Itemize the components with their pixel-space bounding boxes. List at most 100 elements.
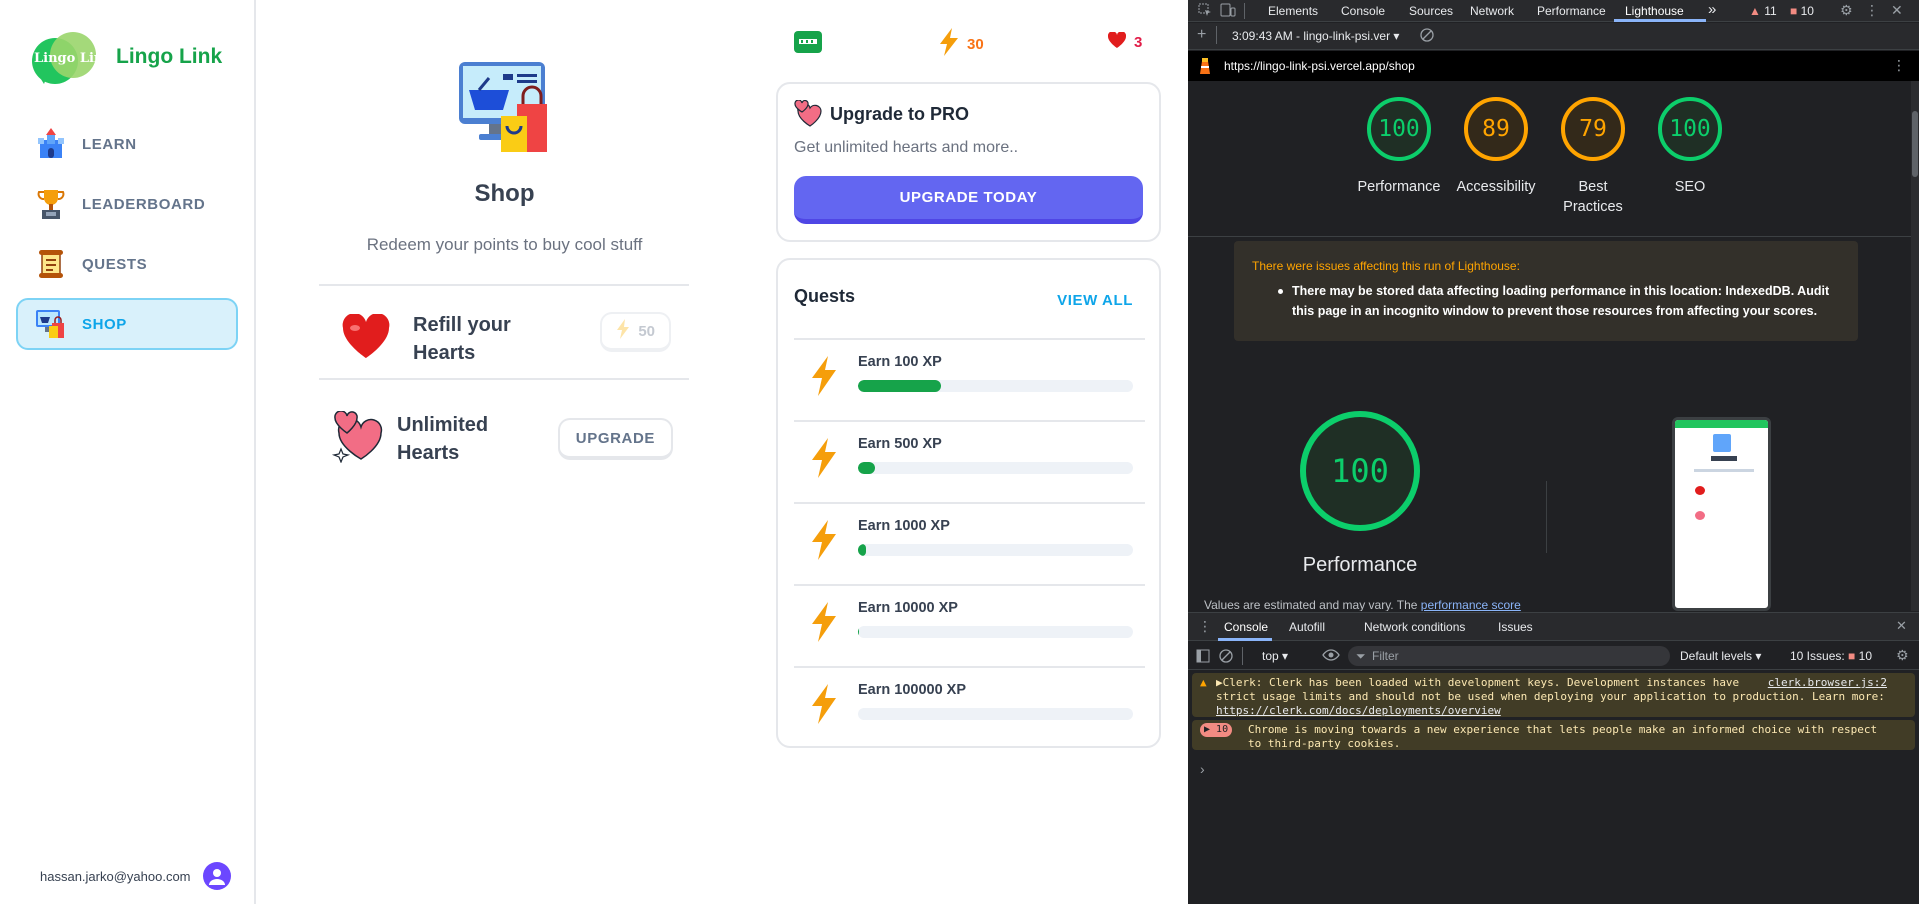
view-all-link[interactable]: VIEW ALL — [1057, 292, 1133, 309]
console-filter-input[interactable]: ⏷ Filter — [1348, 646, 1670, 666]
close-icon[interactable]: ✕ — [1896, 618, 1907, 634]
app-logo[interactable]: Lingo Link Lingo Link — [30, 28, 222, 86]
bolt-icon — [616, 319, 630, 343]
issues-counter[interactable]: 10 Issues: ■ 10 — [1790, 649, 1872, 663]
main-content: Shop Redeem your points to buy cool stuf… — [257, 0, 1187, 904]
kebab-menu-icon[interactable]: ⋮ — [1865, 2, 1879, 19]
scroll-icon — [34, 247, 68, 281]
sidebar-item-shop[interactable]: SHOP — [16, 298, 238, 350]
gear-icon[interactable]: ⚙ — [1896, 647, 1909, 664]
sidebar: Lingo Link Lingo Link LEARN LEADERBOARD — [0, 0, 256, 904]
console-warning-clerk[interactable]: ▲ ▶Clerk: Clerk has been loaded with dev… — [1192, 673, 1915, 717]
clear-console-icon[interactable] — [1219, 649, 1233, 666]
gear-icon[interactable]: ⚙ — [1840, 2, 1853, 19]
devtools-panel: Elements Console Sources Network Perform… — [1188, 0, 1919, 904]
divider — [1244, 3, 1245, 19]
sidebar-item-learn[interactable]: LEARN — [16, 118, 238, 170]
divider — [319, 284, 689, 286]
console-drawer: ⋮ Console Autofill Network conditions Is… — [1188, 612, 1919, 904]
estimate-note: Values are estimated and may vary. The p… — [1204, 598, 1521, 611]
score-seo[interactable]: 100 SEO — [1630, 97, 1750, 197]
audited-url[interactable]: https://lingo-link-psi.vercel.app/shop — [1224, 59, 1415, 73]
sidebar-item-label: SHOP — [82, 315, 127, 333]
quest-progress-bar — [858, 626, 1133, 638]
upgrade-today-button[interactable]: UPGRADE TODAY — [794, 176, 1143, 224]
console-warning-cookies[interactable]: ▶ 10 Chrome is moving towards a new expe… — [1192, 720, 1915, 750]
active-tab-indicator — [1614, 19, 1706, 22]
report-select[interactable]: 3:09:43 AM - lingo-link-psi.ver ▾ — [1232, 29, 1399, 43]
tab-sources[interactable]: Sources — [1409, 4, 1453, 18]
hearts-counter[interactable]: 3 — [1107, 31, 1142, 52]
lighthouse-url-bar: https://lingo-link-psi.vercel.app/shop ⋮ — [1188, 51, 1919, 81]
divider — [319, 378, 689, 380]
points-counter[interactable]: 30 — [939, 28, 984, 60]
performance-label: Performance — [1302, 554, 1418, 576]
console-toolbar: top ▾ ⏷ Filter Default levels ▾ 10 Issue… — [1188, 642, 1919, 670]
issues-badge[interactable]: ■ 10 — [1790, 4, 1814, 18]
tab-network[interactable]: Network — [1470, 4, 1514, 18]
quests-title: Quests — [794, 286, 856, 306]
tab-console[interactable]: Console — [1341, 4, 1385, 18]
quest-progress-bar — [858, 380, 1133, 392]
scrollbar[interactable] — [1911, 81, 1919, 611]
inspect-icon[interactable] — [1198, 3, 1212, 20]
shop-item-refill-hearts: Refill your Hearts 50 — [319, 300, 689, 378]
more-tabs-icon[interactable]: » — [1708, 1, 1716, 18]
sidebar-item-quests[interactable]: QUESTS — [16, 238, 238, 290]
page-title: Shop — [474, 180, 535, 207]
log-levels-select[interactable]: Default levels ▾ — [1680, 649, 1761, 663]
bolt-icon — [810, 356, 838, 401]
clerk-docs-link[interactable]: https://clerk.com/docs/deployments/overv… — [1216, 704, 1501, 717]
device-toggle-icon[interactable] — [1220, 3, 1236, 20]
upgrade-pro-card: Upgrade to PRO Get unlimited hearts and … — [776, 82, 1161, 242]
upgrade-button[interactable]: UPGRADE — [557, 418, 673, 460]
page-screenshot-thumbnail[interactable] — [1672, 417, 1771, 611]
devtools-tab-bar: Elements Console Sources Network Perform… — [1188, 0, 1919, 22]
flag-icon — [793, 30, 823, 58]
quest-row: Earn 500 XP — [794, 420, 1145, 502]
quest-label: Earn 100000 XP — [858, 682, 967, 698]
kebab-menu-icon[interactable]: ⋮ — [1892, 57, 1906, 74]
console-prompt[interactable]: › — [1200, 761, 1205, 777]
user-icon — [208, 869, 225, 885]
drawer-tab-console[interactable]: Console — [1224, 620, 1268, 634]
clear-icon[interactable] — [1420, 28, 1434, 45]
lighthouse-warning: There were issues affecting this run of … — [1234, 241, 1858, 341]
lighthouse-toolbar: + 3:09:43 AM - lingo-link-psi.ver ▾ — [1188, 23, 1919, 50]
user-button[interactable]: hassan.jarko@yahoo.com — [40, 862, 231, 890]
bolt-icon — [810, 520, 838, 565]
tab-lighthouse[interactable]: Lighthouse — [1625, 4, 1684, 18]
source-link[interactable]: clerk.browser.js:2 — [1768, 676, 1887, 690]
drawer-tab-issues[interactable]: Issues — [1498, 620, 1533, 634]
lighthouse-icon — [1198, 57, 1212, 78]
avatar[interactable] — [202, 862, 231, 890]
tab-performance[interactable]: Performance — [1537, 4, 1606, 18]
warning-title: There were issues affecting this run of … — [1252, 259, 1520, 273]
quest-label: Earn 10000 XP — [858, 600, 958, 616]
drawer-tab-autofill[interactable]: Autofill — [1289, 620, 1325, 634]
page-subtitle: Redeem your points to buy cool stuff — [366, 235, 643, 254]
close-icon[interactable]: ✕ — [1891, 2, 1903, 19]
repeat-count-badge: ▶ 10 — [1200, 723, 1233, 737]
sidebar-toggle-icon[interactable] — [1196, 649, 1210, 666]
shop-icon — [34, 307, 68, 341]
course-flag[interactable] — [793, 30, 823, 58]
performance-score-link[interactable]: performance score — [1421, 598, 1521, 611]
eye-icon[interactable] — [1322, 648, 1340, 665]
plus-icon[interactable]: + — [1197, 26, 1206, 44]
warnings-badge[interactable]: ▲ 11 — [1749, 4, 1777, 18]
heart-icon — [1107, 31, 1127, 52]
kebab-menu-icon[interactable]: ⋮ — [1198, 618, 1212, 635]
context-select[interactable]: top ▾ — [1262, 649, 1288, 663]
pro-subtitle: Get unlimited hearts and more.. — [794, 139, 1019, 156]
divider — [1546, 481, 1547, 553]
sidebar-item-leaderboard[interactable]: LEADERBOARD — [16, 178, 238, 230]
castle-icon — [34, 127, 68, 161]
quest-progress-fill — [858, 380, 941, 392]
bolt-icon — [810, 602, 838, 647]
refill-hearts-button[interactable]: 50 — [600, 312, 671, 352]
sidebar-item-label: LEADERBOARD — [82, 195, 206, 213]
logo-icon: Lingo Link — [30, 28, 112, 86]
tab-elements[interactable]: Elements — [1268, 4, 1318, 18]
drawer-tab-network-conditions[interactable]: Network conditions — [1364, 620, 1465, 634]
